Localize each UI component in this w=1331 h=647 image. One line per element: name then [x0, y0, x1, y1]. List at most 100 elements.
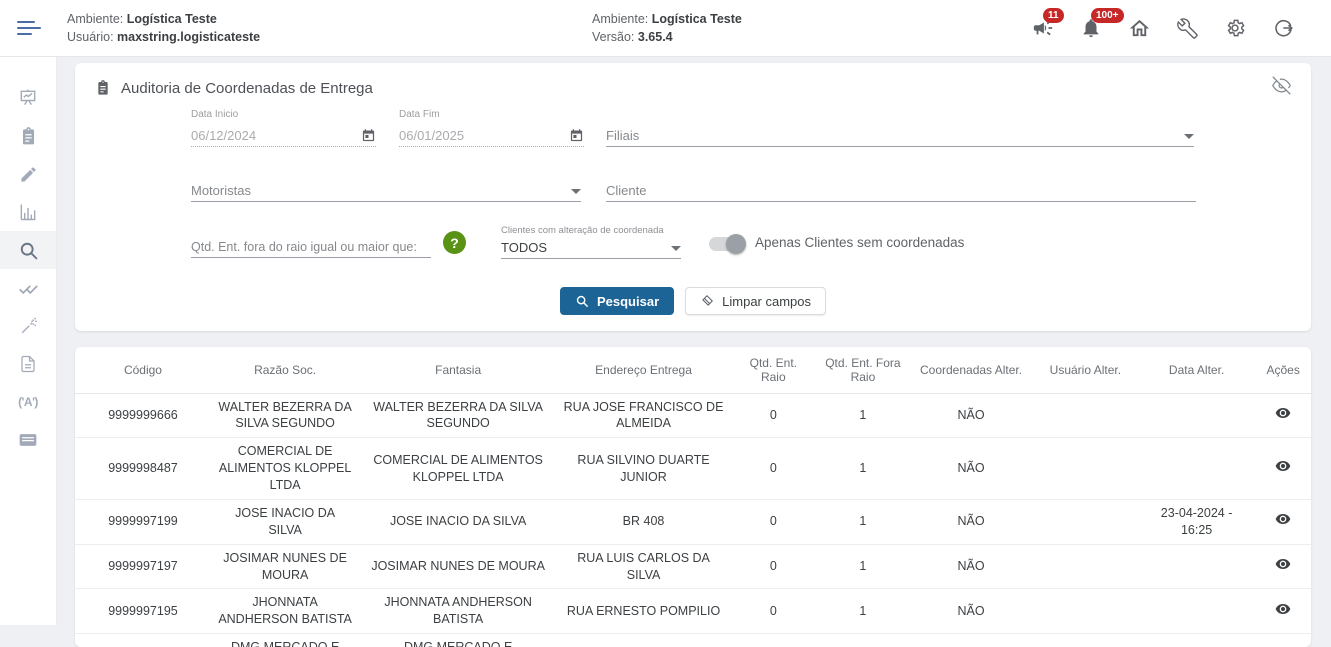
qtd-ent-input[interactable]: Qtd. Ent. fora do raio igual ou maior qu…	[191, 234, 431, 258]
col-qtd-ent-fora-raio[interactable]: Qtd. Ent. Fora Raio	[817, 347, 910, 393]
cell-endereco-entrega: RUA JOSE FRANCISCO DE ALMEIDA	[557, 393, 730, 438]
view-details-eye-icon[interactable]	[1275, 511, 1291, 527]
table-row: 9999999666 WALTER BEZERRA DA SILVA SEGUN…	[75, 393, 1311, 438]
audit-table: Código Razão Soc. Fantasia Endereço Entr…	[75, 347, 1311, 647]
cell-data-alter	[1138, 544, 1255, 589]
cell-acoes	[1255, 544, 1311, 589]
bar-chart-icon	[18, 202, 38, 222]
cell-qtd-ent-raio: 0	[730, 438, 817, 500]
home-icon[interactable]	[1127, 16, 1151, 40]
data-inicio-value: 06/12/2024	[191, 128, 256, 143]
help-icon[interactable]: ?	[443, 231, 466, 254]
cell-coordenadas-alter: NÃO	[909, 438, 1033, 500]
col-coordenadas-alter[interactable]: Coordenadas Alter.	[909, 347, 1033, 393]
pencil-icon	[19, 165, 38, 184]
data-fim-value: 06/01/2025	[399, 128, 464, 143]
col-endereco-entrega[interactable]: Endereço Entrega	[557, 347, 730, 393]
col-usuario-alter[interactable]: Usuário Alter.	[1033, 347, 1138, 393]
cell-coordenadas-alter: NÃO	[909, 393, 1033, 438]
cell-fantasia: COMERCIAL DE ALIMENTOS KLOPPEL LTDA	[359, 438, 557, 500]
sidebar-item-edit[interactable]	[0, 155, 56, 193]
limpar-campos-button[interactable]: Limpar campos	[685, 287, 826, 315]
sidebar-item-tools[interactable]	[0, 307, 56, 345]
sidebar-item-broadcast[interactable]: ('A')	[0, 383, 56, 421]
notification-badge: 11	[1043, 8, 1064, 23]
data-inicio-field[interactable]: Data Inicio 06/12/2024	[191, 109, 376, 147]
cell-qtd-ent-fora-raio: 1	[817, 544, 910, 589]
filiais-dropdown[interactable]: Filiais	[606, 123, 1194, 147]
view-details-eye-icon[interactable]	[1275, 556, 1291, 572]
top-bar-icons: 11 100+	[1031, 16, 1331, 40]
cell-usuario-alter	[1033, 589, 1138, 634]
cell-razao-soc: DMG MERCADO E LANCHONETE LTDA	[211, 634, 359, 647]
megaphone-icon[interactable]: 11	[1031, 16, 1055, 40]
calendar-icon[interactable]	[361, 128, 376, 143]
broadcast-a-icon: ('A')	[18, 395, 38, 409]
table-row: 9999997195 JHONNATA ANDHERSON BATISTA JH…	[75, 589, 1311, 634]
sidebar-item-dashboard[interactable]	[0, 79, 56, 117]
filter-card: Auditoria de Coordenadas de Entrega Data…	[75, 63, 1311, 331]
clipboard-icon	[19, 127, 38, 146]
limpar-campos-label: Limpar campos	[722, 294, 811, 309]
sidebar-item-documents[interactable]	[0, 345, 56, 383]
cell-coordenadas-alter: NÃO	[909, 634, 1033, 647]
ambiente2-label: Ambiente:	[592, 12, 648, 26]
cell-coordenadas-alter: NÃO	[909, 544, 1033, 589]
cell-qtd-ent-fora-raio: 1	[817, 589, 910, 634]
apenas-clientes-toggle[interactable]	[709, 237, 743, 251]
cell-acoes	[1255, 499, 1311, 544]
calendar-icon[interactable]	[569, 128, 584, 143]
cliente-input[interactable]: Cliente	[606, 178, 1196, 202]
view-details-eye-icon[interactable]	[1275, 405, 1291, 421]
col-data-alter[interactable]: Data Alter.	[1138, 347, 1255, 393]
cell-fantasia: JOSE INACIO DA SILVA	[359, 499, 557, 544]
cell-qtd-ent-raio: 0	[730, 393, 817, 438]
sidebar-item-cards[interactable]	[0, 421, 56, 459]
sidebar-item-approvals[interactable]	[0, 269, 56, 307]
gear-icon[interactable]	[1223, 16, 1247, 40]
eye-off-icon[interactable]	[1272, 76, 1291, 100]
col-fantasia[interactable]: Fantasia	[359, 347, 557, 393]
pesquisar-button[interactable]: Pesquisar	[560, 287, 674, 315]
presentation-chart-icon	[18, 88, 38, 108]
wrench-icon[interactable]	[1175, 16, 1199, 40]
ambiente-label: Ambiente:	[67, 12, 123, 26]
cell-acoes	[1255, 393, 1311, 438]
col-razao-soc[interactable]: Razão Soc.	[211, 347, 359, 393]
table-row: 9999997199 JOSE INACIO DA SILVA JOSE INA…	[75, 499, 1311, 544]
ambiente-value: Logística Teste	[127, 12, 217, 26]
hamburger-menu-icon[interactable]	[0, 21, 57, 35]
clientes-alteracao-dropdown[interactable]: Clientes com alteração de coordenada TOD…	[501, 225, 681, 259]
cell-razao-soc: COMERCIAL DE ALIMENTOS KLOPPEL LTDA	[211, 438, 359, 500]
cell-usuario-alter	[1033, 634, 1138, 647]
cell-acoes	[1255, 589, 1311, 634]
sidebar-item-reports[interactable]	[0, 193, 56, 231]
cell-codigo: 9999998487	[75, 438, 211, 500]
view-details-eye-icon[interactable]	[1275, 458, 1291, 474]
pesquisar-label: Pesquisar	[597, 294, 659, 309]
cell-data-alter: 23-04-2024 - 16:25	[1138, 499, 1255, 544]
sidebar-item-clipboard[interactable]	[0, 117, 56, 155]
table-row: 9999997197 JOSIMAR NUNES DE MOURA JOSIMA…	[75, 544, 1311, 589]
cell-acoes	[1255, 438, 1311, 500]
col-qtd-ent-raio[interactable]: Qtd. Ent. Raio	[730, 347, 817, 393]
logout-icon[interactable]	[1271, 16, 1295, 40]
document-icon	[19, 355, 37, 373]
filiais-label: Filiais	[606, 128, 639, 143]
clientes-alteracao-label: Clientes com alteração de coordenada	[501, 225, 681, 237]
bell-icon[interactable]: 100+	[1079, 16, 1103, 40]
cell-qtd-ent-raio: 0	[730, 499, 817, 544]
view-details-eye-icon[interactable]	[1275, 601, 1291, 617]
col-codigo[interactable]: Código	[75, 347, 211, 393]
cell-codigo: 9999999666	[75, 393, 211, 438]
cell-endereco-entrega: RUA LUIS CARLOS DA SILVA	[557, 544, 730, 589]
sidebar-item-search[interactable]	[0, 231, 56, 269]
double-check-icon	[18, 278, 39, 299]
cell-fantasia: WALTER BEZERRA DA SILVA SEGUNDO	[359, 393, 557, 438]
motoristas-dropdown[interactable]: Motoristas	[191, 178, 581, 202]
col-acoes[interactable]: Ações	[1255, 347, 1311, 393]
data-fim-field[interactable]: Data Fim 06/01/2025	[399, 109, 584, 147]
cell-fantasia: DMG MERCADO E LANCHONETE LTDA	[359, 634, 557, 647]
cell-usuario-alter	[1033, 499, 1138, 544]
cell-razao-soc: JHONNATA ANDHERSON BATISTA	[211, 589, 359, 634]
